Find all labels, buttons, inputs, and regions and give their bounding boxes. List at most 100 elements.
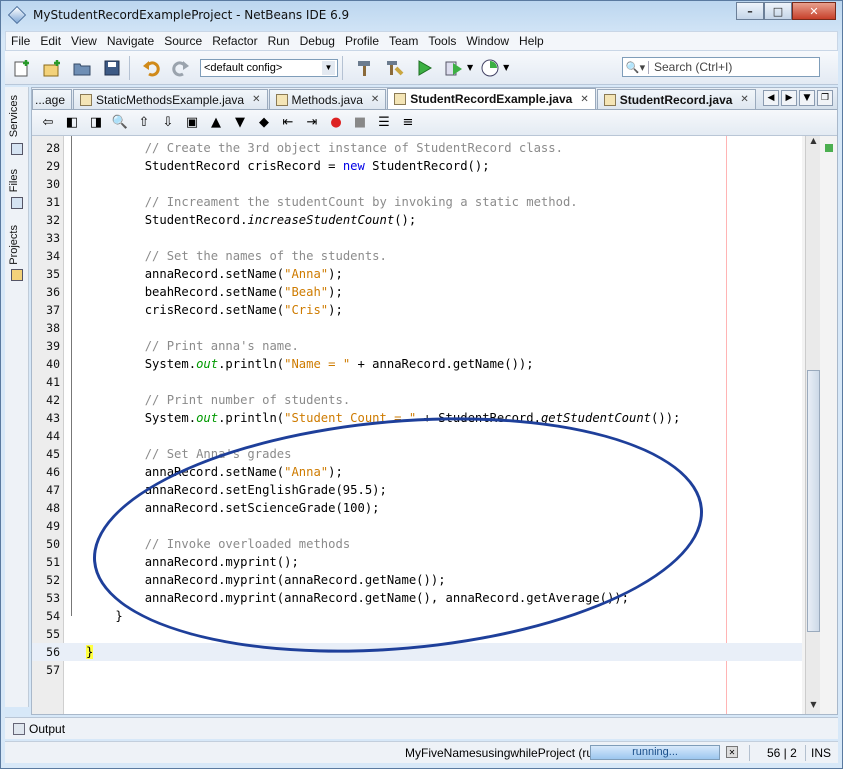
shift-left-icon[interactable]: ⇤	[278, 113, 298, 133]
back-icon[interactable]: ◧	[62, 113, 82, 133]
close-tab-icon[interactable]: ✕	[371, 94, 379, 105]
scroll-down-icon[interactable]: ▼	[807, 700, 820, 714]
config-dropdown[interactable]: <default config> ▼	[200, 58, 338, 77]
previous-bookmark-icon[interactable]: ▲	[206, 113, 226, 133]
debug-icon[interactable]	[441, 55, 467, 81]
code-line[interactable]: 46 annaRecord.setName("Anna");	[32, 463, 802, 481]
menu-run[interactable]: Run	[263, 34, 295, 48]
toggle-highlight-icon[interactable]: ▣	[182, 113, 202, 133]
minimize-button[interactable]: –	[736, 2, 764, 20]
find-next-icon[interactable]: ⇩	[158, 113, 178, 133]
find-previous-icon[interactable]: ⇧	[134, 113, 154, 133]
save-all-icon[interactable]	[99, 55, 125, 81]
code-line[interactable]: 48 annaRecord.setScienceGrade(100);	[32, 499, 802, 517]
close-button[interactable]: ✕	[792, 2, 836, 20]
menu-debug[interactable]: Debug	[295, 34, 340, 48]
code-line[interactable]: 45 // Set Anna's grades	[32, 445, 802, 463]
code-line[interactable]: 33	[32, 229, 802, 247]
restore-window-icon[interactable]: ❐	[817, 90, 833, 106]
undo-icon[interactable]	[138, 55, 164, 81]
profile-icon[interactable]	[477, 55, 503, 81]
menu-window[interactable]: Window	[461, 34, 514, 48]
menu-view[interactable]: View	[66, 34, 102, 48]
code-line[interactable]: 49	[32, 517, 802, 535]
stop-macro-icon[interactable]: ■	[350, 113, 370, 133]
code-line[interactable]: 30	[32, 175, 802, 193]
code-line[interactable]: 41	[32, 373, 802, 391]
code-line[interactable]: 54 }	[32, 607, 802, 625]
code-line[interactable]: 44	[32, 427, 802, 445]
code-line[interactable]: 56}	[32, 643, 802, 661]
code-editor[interactable]: 28 // Create the 3rd object instance of …	[32, 136, 802, 714]
code-line[interactable]: 29 StudentRecord crisRecord = new Studen…	[32, 157, 802, 175]
code-line[interactable]: 47 annaRecord.setEnglishGrade(95.5);	[32, 481, 802, 499]
code-line[interactable]: 39 // Print anna's name.	[32, 337, 802, 355]
output-tab[interactable]: Output	[29, 722, 65, 736]
scrollbar-thumb[interactable]	[807, 370, 820, 632]
code-line[interactable]: 34 // Set the names of the students.	[32, 247, 802, 265]
tab-staticmethodsexample[interactable]: StaticMethodsExample.java ✕	[73, 89, 268, 109]
run-icon[interactable]	[411, 55, 437, 81]
tab-studentrecord[interactable]: StudentRecord.java ✕	[596, 89, 756, 109]
build-hammer-icon[interactable]	[351, 55, 377, 81]
forward-icon[interactable]: ◨	[86, 113, 106, 133]
menu-tools[interactable]: Tools	[423, 34, 461, 48]
close-tab-icon[interactable]: ✕	[580, 94, 588, 105]
new-file-icon[interactable]	[9, 55, 35, 81]
tab-methods[interactable]: Methods.java ✕	[268, 89, 387, 109]
uncomment-icon[interactable]: ≡	[398, 113, 418, 133]
code-line[interactable]: 38	[32, 319, 802, 337]
search-input[interactable]: Search (Ctrl+I)	[649, 60, 732, 74]
find-selection-icon[interactable]: 🔍	[110, 113, 130, 133]
menu-team[interactable]: Team	[384, 34, 423, 48]
code-line[interactable]: 36 beahRecord.setName("Beah");	[32, 283, 802, 301]
tab-package[interactable]: ...age	[32, 89, 73, 109]
code-line[interactable]: 52 annaRecord.myprint(annaRecord.getName…	[32, 571, 802, 589]
code-line[interactable]: 28 // Create the 3rd object instance of …	[32, 139, 802, 157]
files-tab[interactable]: Files	[8, 169, 20, 192]
menu-profile[interactable]: Profile	[340, 34, 384, 48]
code-line[interactable]: 37 crisRecord.setName("Cris");	[32, 301, 802, 319]
toggle-bookmark-icon[interactable]: ◆	[254, 113, 274, 133]
vertical-scrollbar[interactable]: ▲ ▼	[805, 136, 820, 714]
services-tab[interactable]: Services	[8, 95, 20, 137]
last-edit-icon[interactable]: ⇦	[38, 113, 58, 133]
next-bookmark-icon[interactable]: ▼	[230, 113, 250, 133]
code-line[interactable]: 57	[32, 661, 802, 679]
scroll-tabs-left-icon[interactable]: ◀	[763, 90, 779, 106]
shift-right-icon[interactable]: ⇥	[302, 113, 322, 133]
code-line[interactable]: 55	[32, 625, 802, 643]
code-line[interactable]: 35 annaRecord.setName("Anna");	[32, 265, 802, 283]
redo-icon[interactable]	[168, 55, 194, 81]
open-project-icon[interactable]	[69, 55, 95, 81]
run-progress-bar[interactable]: running...	[590, 745, 720, 760]
menu-edit[interactable]: Edit	[35, 34, 66, 48]
comment-icon[interactable]: ☰	[374, 113, 394, 133]
start-macro-icon[interactable]: ●	[326, 113, 346, 133]
code-line[interactable]: 40 System.out.println("Name = " + annaRe…	[32, 355, 802, 373]
close-tab-icon[interactable]: ✕	[740, 94, 748, 105]
menu-navigate[interactable]: Navigate	[102, 34, 159, 48]
stop-process-icon[interactable]: ✕	[726, 746, 738, 758]
maximize-button[interactable]: □	[764, 2, 792, 20]
menu-refactor[interactable]: Refactor	[207, 34, 262, 48]
code-line[interactable]: 42 // Print number of students.	[32, 391, 802, 409]
code-line[interactable]: 50 // Invoke overloaded methods	[32, 535, 802, 553]
code-line[interactable]: 51 annaRecord.myprint();	[32, 553, 802, 571]
projects-tab[interactable]: Projects	[8, 225, 20, 265]
scroll-up-icon[interactable]: ▲	[807, 136, 820, 150]
code-line[interactable]: 32 StudentRecord.increaseStudentCount();	[32, 211, 802, 229]
menu-help[interactable]: Help	[514, 34, 549, 48]
tab-studentrecordexample[interactable]: StudentRecordExample.java ✕	[387, 88, 596, 109]
show-open-documents-icon[interactable]: ▼	[799, 90, 815, 106]
code-line[interactable]: 43 System.out.println("Student Count = "…	[32, 409, 802, 427]
menu-file[interactable]: File	[6, 34, 35, 48]
search-box[interactable]: 🔍▾ Search (Ctrl+I)	[622, 57, 820, 77]
code-line[interactable]: 53 annaRecord.myprint(annaRecord.getName…	[32, 589, 802, 607]
scroll-tabs-right-icon[interactable]: ▶	[781, 90, 797, 106]
menu-source[interactable]: Source	[159, 34, 207, 48]
close-tab-icon[interactable]: ✕	[252, 94, 260, 105]
chevron-down-icon[interactable]: ▼	[467, 63, 473, 72]
chevron-down-icon[interactable]: ▼	[503, 63, 509, 72]
clean-build-icon[interactable]	[381, 55, 407, 81]
